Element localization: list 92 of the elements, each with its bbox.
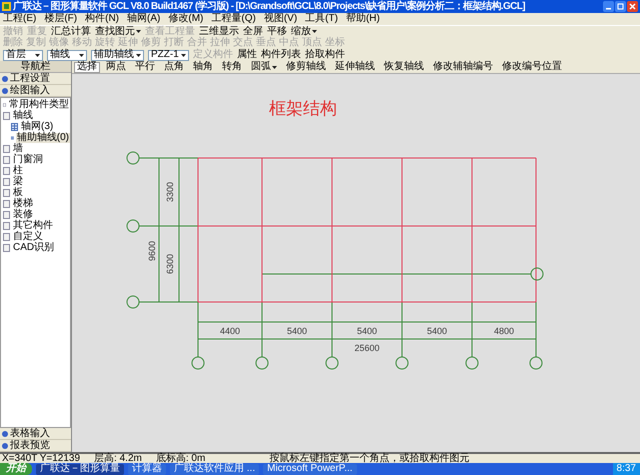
toolbar-button[interactable]: 查找图元 — [95, 26, 141, 36]
caret-icon — [136, 54, 141, 56]
dropdown[interactable]: PZZ-1 — [148, 50, 189, 60]
taskbar-button[interactable]: 广联达软件应用 ... — [170, 464, 260, 474]
dimension-label: 5400 — [356, 326, 378, 336]
tree-item[interactable]: 柱 — [12, 166, 24, 176]
toolbar-button[interactable]: 拾取构件 — [304, 50, 345, 60]
coordinates-readout: X=340T Y=12139 — [2, 454, 80, 464]
bullet-icon — [2, 88, 8, 94]
drawing-canvas[interactable]: 框架结构 4400 5400 5400 5400 4800 25600 3300 6300 9600 — [72, 74, 640, 452]
bullet-icon — [2, 76, 8, 82]
tree-item[interactable]: 常用构件类型 — [8, 100, 70, 110]
dimension-label: 4800 — [494, 326, 514, 336]
toolbar-button[interactable]: 构件列表 — [260, 50, 301, 60]
tree-item[interactable]: 楼梯 — [12, 198, 34, 208]
base-elevation: 底标高: 0m — [156, 454, 206, 464]
grid-icon — [11, 122, 18, 130]
tree-item[interactable]: 装修 — [12, 210, 34, 220]
section-header[interactable]: 报表预览 — [10, 440, 50, 450]
tree-item[interactable]: 辅助轴线(0) — [16, 132, 70, 142]
caret-icon — [35, 54, 40, 56]
dropdown[interactable]: 轴线 — [47, 50, 87, 60]
menu-item[interactable]: 楼层(F) — [44, 14, 78, 24]
dimension-label: 3300 — [165, 182, 175, 202]
app-icon — [2, 2, 11, 11]
caret-icon — [312, 30, 317, 33]
dimension-label: 25600 — [354, 343, 380, 353]
taskbar-button[interactable]: 广联达－图形算量 — [36, 464, 124, 474]
tree-item[interactable]: 轴线 — [12, 110, 34, 120]
tool-button[interactable]: 选择 — [74, 62, 100, 72]
tree-item[interactable]: 轴网(3) — [20, 122, 54, 132]
drawing-heading: 框架结构 — [269, 100, 337, 117]
tree-item[interactable]: 门窗洞 — [12, 154, 44, 164]
bullet-icon — [2, 430, 8, 436]
tool-button[interactable]: 修改编号位置 — [499, 62, 565, 72]
dimension-label: 5400 — [286, 326, 308, 336]
close-icon[interactable] — [627, 1, 638, 12]
tool-button[interactable]: 轴角 — [190, 62, 216, 72]
tool-button[interactable]: 两点 — [103, 62, 129, 72]
taskbar-button[interactable]: 计算器 — [128, 464, 166, 474]
section-header[interactable]: 表格输入 — [10, 428, 50, 438]
tree-item[interactable]: 墙 — [12, 144, 24, 154]
menu-item[interactable]: 视图(V) — [264, 14, 298, 24]
menu-item[interactable]: 修改(M) — [168, 14, 204, 24]
toolbar-button[interactable]: 全屏 — [243, 26, 263, 36]
dimension-label: 5400 — [426, 326, 448, 336]
tree-item[interactable]: 其它构件 — [12, 220, 54, 230]
tool-button[interactable]: 恢复轴线 — [381, 62, 427, 72]
section-header[interactable]: 绘图输入 — [10, 86, 50, 96]
panel-title: 导航栏 — [0, 61, 71, 73]
dimension-label: 6300 — [165, 254, 175, 274]
toolbar-button[interactable]: 三维显示 — [199, 26, 239, 36]
dimension-label: 9600 — [147, 240, 157, 262]
tool-button[interactable]: 转角 — [219, 62, 245, 72]
start-button[interactable]: 开始 — [0, 463, 32, 475]
minimize-icon[interactable] — [603, 1, 614, 12]
caret-icon — [79, 54, 84, 56]
toolbar-button[interactable]: 汇总计算 — [51, 26, 91, 36]
dropdown[interactable]: 首层 — [3, 50, 43, 60]
tool-button[interactable]: 点角 — [161, 62, 187, 72]
status-prompt: 按鼠标左键指定第一个角点，或拾取构件图元 — [269, 454, 470, 464]
menu-item[interactable]: 构件(N) — [85, 14, 120, 24]
menu-item[interactable]: 工具(T) — [305, 14, 338, 24]
menu-item[interactable]: 轴网(A) — [127, 14, 160, 24]
tool-button[interactable]: 圆弧 — [248, 62, 280, 72]
tool-button[interactable]: 延伸轴线 — [332, 62, 378, 72]
bullet-icon — [2, 442, 8, 448]
dimension-label: 4400 — [220, 326, 240, 336]
toolbar-button[interactable]: 平移 — [267, 26, 287, 36]
tool-button[interactable]: 平行 — [132, 62, 158, 72]
menu-item[interactable]: 帮助(H) — [346, 14, 380, 24]
section-header[interactable]: 工程设置 — [10, 74, 50, 84]
tool-button[interactable]: 修剪轴线 — [283, 62, 329, 72]
toolbar-button[interactable]: 属性 — [236, 50, 257, 60]
tool-button[interactable]: 修改辅轴编号 — [430, 62, 496, 72]
tree-item[interactable]: 梁 — [12, 176, 24, 186]
tree-item[interactable]: 板 — [12, 188, 24, 198]
caret-icon — [136, 30, 141, 33]
caret-icon — [180, 54, 186, 56]
window-title: 广联达－图形算量软件 GCL V8.0 Build1467 (学习版) - [D:\Grandsoft\GCL\8.0\Projects\缺省用户\案例分析二：框架结构.GCL] — [13, 2, 526, 12]
clock: 8:37 — [616, 464, 636, 474]
grid-icon — [11, 134, 14, 142]
maximize-icon[interactable] — [615, 1, 626, 12]
taskbar-button[interactable]: Microsoft PowerP... — [263, 464, 357, 474]
tree-item[interactable]: 自定义 — [12, 232, 44, 242]
caret-icon — [272, 66, 277, 68]
floor-height: 层高: 4.2m — [94, 454, 142, 464]
tree-item[interactable]: CAD识别 — [12, 242, 56, 252]
menu-item[interactable]: 工程(E) — [3, 14, 36, 24]
dropdown[interactable]: 辅助轴线 — [91, 50, 144, 60]
toolbar-button[interactable]: 缩放 — [291, 26, 317, 36]
menu-item[interactable]: 工程量(Q) — [211, 14, 256, 24]
